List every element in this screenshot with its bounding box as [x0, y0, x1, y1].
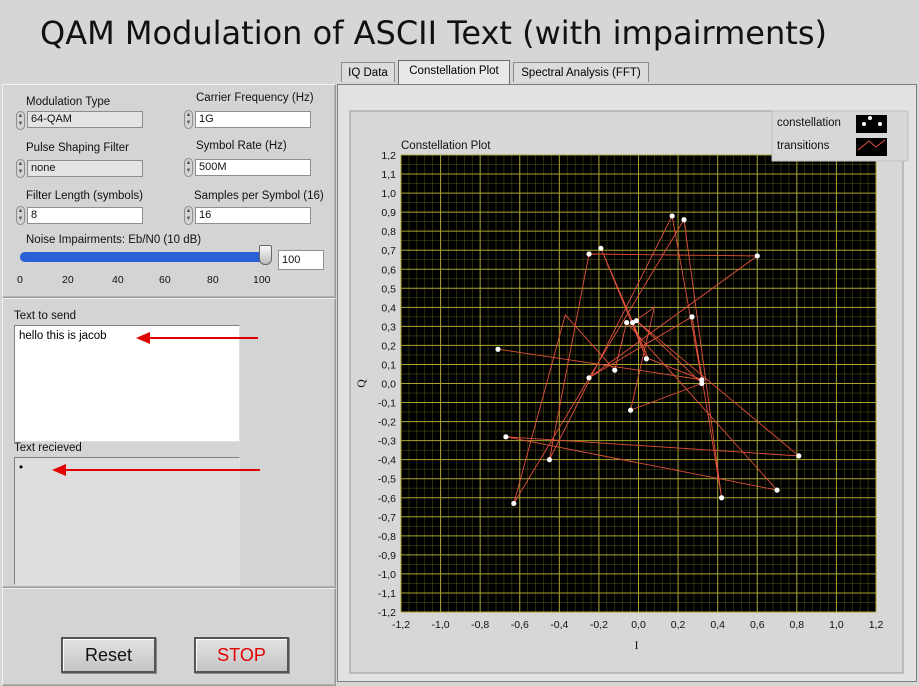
arrow-to-text-to-send [136, 332, 258, 344]
x-tick-label: -1,0 [432, 619, 450, 631]
y-tick-label: -0,6 [378, 493, 396, 505]
y-tick-label: 0,3 [381, 321, 396, 333]
chart-title: Constellation Plot [401, 140, 491, 152]
x-tick-label: 1,2 [869, 619, 884, 631]
y-tick-label: -1,1 [378, 588, 396, 600]
y-tick-label: 1,1 [381, 169, 396, 181]
constellation-point [598, 245, 604, 251]
y-tick-label: -1,2 [378, 607, 396, 619]
constellation-point [643, 356, 650, 362]
arrow-to-text-received [52, 464, 260, 476]
legend-swatch [856, 138, 887, 156]
y-tick-label: -0,7 [378, 512, 396, 524]
y-tick-label: 0,1 [381, 359, 396, 371]
y-tick-label: 0,6 [381, 264, 396, 276]
y-tick-label: 1,2 [381, 150, 396, 162]
constellation-point [546, 457, 553, 463]
legend-constellation-glyph [878, 122, 882, 126]
constellation-point [503, 434, 509, 440]
constellation-point [669, 213, 675, 219]
x-tick-label: -0,2 [590, 619, 608, 631]
constellation-point [627, 407, 634, 413]
x-tick-label: -0,6 [511, 619, 529, 631]
y-tick-label: -0,2 [378, 417, 396, 429]
constellation-point [699, 380, 705, 387]
y-tick-label: -0,4 [378, 455, 396, 467]
x-tick-label: -0,4 [550, 619, 568, 631]
legend-constellation-glyph [862, 122, 866, 126]
legend-label: constellation [777, 117, 841, 129]
y-tick-label: -0,9 [378, 550, 396, 562]
y-tick-label: -1,0 [378, 569, 396, 581]
x-tick-label: -1,2 [392, 619, 410, 631]
reset-button[interactable]: Reset [61, 637, 156, 673]
constellation-point [719, 495, 725, 501]
legend-constellation-glyph [868, 116, 872, 120]
y-tick-label: -0,3 [378, 436, 396, 448]
constellation-point [796, 453, 802, 459]
constellation-point [681, 217, 687, 223]
y-tick-label: 0,2 [381, 340, 396, 352]
constellation-point [612, 367, 618, 373]
tab-iq-data[interactable]: IQ Data [341, 62, 395, 82]
stop-button[interactable]: STOP [194, 637, 289, 673]
annotation-arrows [52, 332, 260, 476]
constellation-chart: Constellation Plot -1,2 -1,0 -0,8 -0,6 -0,4 -0… [349, 110, 909, 674]
x-tick-label: 0,6 [750, 619, 765, 631]
y-tick-label: 1,0 [381, 188, 396, 200]
constellation-point [754, 253, 760, 259]
y-tick-label: 0,9 [381, 207, 396, 219]
x-tick-label: 0,0 [631, 619, 646, 631]
x-tick-label: 1,0 [829, 619, 844, 631]
x-axis-label: I [635, 640, 639, 652]
x-tick-label: 0,4 [710, 619, 725, 631]
constellation-point [689, 314, 695, 320]
tab-spectral-analysis[interactable]: Spectral Analysis (FFT) [513, 62, 649, 82]
constellation-point [624, 319, 630, 326]
constellation-point [511, 500, 517, 507]
y-tick-label: 0,8 [381, 226, 396, 238]
constellation-point [586, 375, 592, 381]
tab-constellation-plot[interactable]: Constellation Plot [398, 60, 510, 84]
y-tick-label: 0,0 [381, 379, 396, 391]
x-tick-label: 0,2 [671, 619, 686, 631]
constellation-point [774, 487, 780, 493]
y-tick-label: -0,1 [378, 398, 396, 410]
x-tick-label: -0,8 [471, 619, 489, 631]
x-tick-label: 0,8 [790, 619, 805, 631]
constellation-point [633, 318, 640, 324]
legend-label: transitions [777, 140, 830, 152]
y-tick-label: 0,7 [381, 245, 396, 257]
y-tick-label: 0,4 [381, 302, 396, 314]
y-axis-label: Q [356, 379, 368, 388]
y-tick-label: -0,8 [378, 531, 396, 543]
y-tick-label: -0,5 [378, 474, 396, 486]
constellation-point [586, 251, 592, 257]
constellation-point [495, 346, 501, 352]
y-tick-label: 0,5 [381, 283, 396, 295]
